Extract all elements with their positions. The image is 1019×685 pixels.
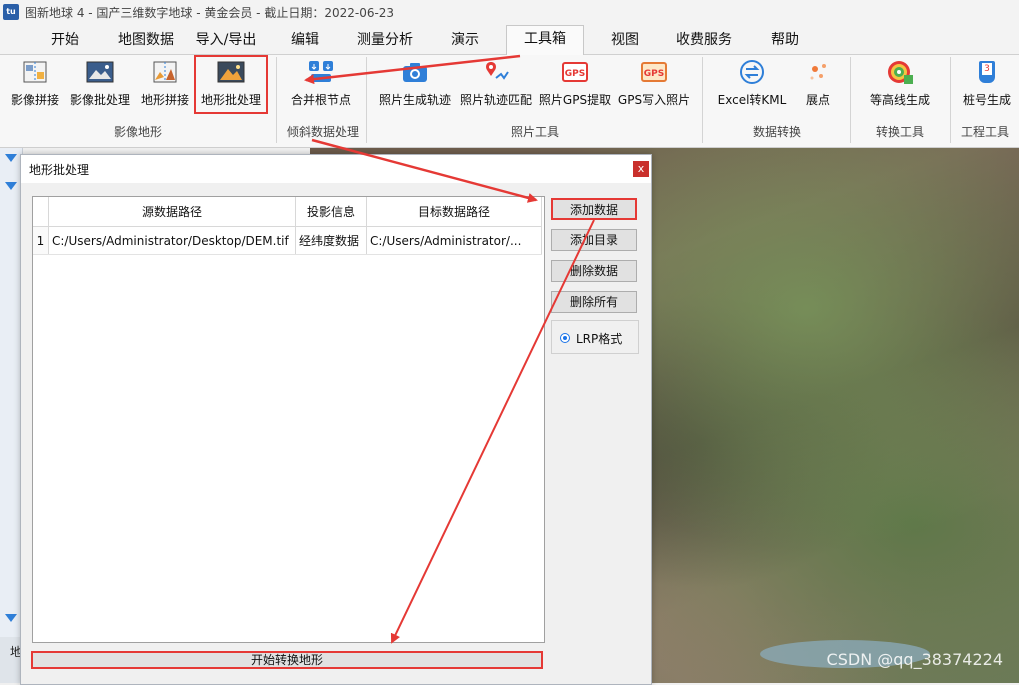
delete-all-button[interactable]: 删除所有 [551, 291, 637, 313]
menu-paid-services[interactable]: 收费服务 [668, 27, 740, 54]
column-header-projection[interactable]: 投影信息 [295, 197, 367, 227]
close-icon[interactable]: x [633, 161, 649, 177]
merge-root-node-label: 合并根节点 [290, 93, 351, 107]
plot-points-label: 展点 [805, 93, 830, 107]
projection-cell[interactable]: 经纬度数据 [295, 226, 367, 255]
photo-track-match-label: 照片轨迹匹配 [459, 93, 532, 107]
image-mosaic-icon [20, 59, 50, 85]
camera-icon [400, 59, 430, 85]
watermark: CSDN @qq_38374224 [826, 650, 1003, 669]
photo-track-match-button[interactable]: 照片轨迹匹配 [458, 55, 534, 111]
group-divider [850, 57, 851, 143]
stake-marker-icon: 3 [972, 59, 1002, 85]
column-header-source[interactable]: 源数据路径 [48, 197, 296, 227]
group-label-oblique: 倾斜数据处理 [286, 125, 359, 139]
terrain-batch-dialog: 地形批处理 x 源数据路径 投影信息 目标数据路径 1 C:/Users/Adm… [20, 154, 652, 685]
title-bar: tu 图新地球 4 - 国产三维数字地球 - 黄金会员 - 截止日期：2022-… [0, 0, 1019, 24]
group-label-engineering-tools: 工程工具 [960, 125, 1009, 139]
row-number-header [33, 197, 49, 227]
window-title: 图新地球 4 - 国产三维数字地球 - 黄金会员 - 截止日期：2022-06-… [25, 5, 395, 20]
menu-demo[interactable]: 演示 [440, 27, 490, 54]
group-label-photo-tools: 照片工具 [510, 125, 559, 139]
photo-gps-extract-button[interactable]: GPS 照片GPS提取 [538, 55, 612, 111]
menu-toolbox[interactable]: 工具箱 [506, 25, 584, 55]
image-mosaic-label: 影像拼接 [10, 93, 59, 107]
app-logo-icon: tu [3, 4, 19, 20]
gps-write-icon: GPS [639, 59, 669, 85]
image-mosaic-button[interactable]: 影像拼接 [6, 55, 64, 111]
collapse-triangle-icon[interactable] [5, 614, 17, 622]
plot-points-button[interactable]: 展点 [796, 55, 840, 111]
table-header-row: 源数据路径 投影信息 目标数据路径 [33, 197, 542, 227]
dialog-title: 地形批处理 [29, 163, 90, 177]
group-label-conversion-tools: 转换工具 [875, 125, 924, 139]
collapse-triangle-icon[interactable] [5, 154, 17, 162]
stake-number-label: 桩号生成 [962, 93, 1011, 107]
target-path-cell[interactable]: C:/Users/Administrator/... [366, 226, 542, 255]
lrp-format-radio[interactable] [560, 333, 570, 343]
add-directory-button[interactable]: 添加目录 [551, 229, 637, 251]
group-label-imagery-terrain: 影像地形 [113, 125, 162, 139]
menu-measure[interactable]: 测量分析 [350, 27, 420, 54]
column-header-target[interactable]: 目标数据路径 [366, 197, 542, 227]
lrp-format-label[interactable]: LRP格式 [576, 330, 622, 347]
image-batch-icon [85, 59, 115, 85]
menu-map-data[interactable]: 地图数据 [110, 27, 182, 54]
photo-track-button[interactable]: 照片生成轨迹 [376, 55, 454, 111]
group-label-data-conversion: 数据转换 [752, 125, 801, 139]
add-data-button[interactable]: 添加数据 [551, 198, 637, 220]
contour-generate-button[interactable]: 等高线生成 [860, 55, 940, 111]
scatter-points-icon [803, 59, 833, 85]
image-batch-button[interactable]: 影像批处理 [66, 55, 134, 111]
format-option-group: LRP格式 [551, 320, 639, 354]
stake-number-button[interactable]: 3 桩号生成 [958, 55, 1016, 111]
gps-icon: GPS [560, 59, 590, 85]
merge-root-node-button[interactable]: 合并根节点 [286, 55, 356, 111]
menu-view[interactable]: 视图 [600, 27, 650, 54]
left-bottom-tab[interactable]: 地 [0, 637, 22, 683]
source-path-cell[interactable]: C:/Users/Administrator/Desktop/DEM.tif [48, 226, 296, 255]
menu-edit[interactable]: 编辑 [280, 27, 330, 54]
contour-icon [885, 59, 915, 85]
menu-bar: 开始 地图数据 导入/导出 编辑 测量分析 演示 工具箱 视图 收费服务 帮助 [0, 24, 1019, 55]
excel-to-kml-button[interactable]: Excel转KML [714, 55, 790, 111]
terrain-mosaic-label: 地形拼接 [140, 93, 189, 107]
terrain-mosaic-button[interactable]: 地形拼接 [138, 55, 192, 111]
menu-start[interactable]: 开始 [40, 27, 90, 54]
gps-write-photo-label: GPS写入照片 [617, 93, 691, 107]
group-divider [276, 57, 277, 143]
terrain-batch-highlight [194, 55, 268, 114]
delete-data-button[interactable]: 删除数据 [551, 260, 637, 282]
excel-to-kml-label: Excel转KML [717, 93, 787, 107]
terrain-mosaic-icon [150, 59, 180, 85]
dialog-title-bar[interactable]: 地形批处理 x [21, 155, 651, 183]
map-pin-route-icon [481, 59, 511, 85]
menu-import-export[interactable]: 导入/导出 [188, 27, 264, 54]
table-row[interactable]: 1 C:/Users/Administrator/Desktop/DEM.tif… [33, 226, 542, 255]
data-table: 源数据路径 投影信息 目标数据路径 1 C:/Users/Administrat… [32, 196, 545, 643]
merge-root-node-icon [306, 59, 336, 85]
ribbon: 影像拼接 影像批处理 地形拼接 地形批处理 影像地形 合并根节点 倾斜数据处理 … [0, 55, 1019, 148]
photo-track-label: 照片生成轨迹 [378, 93, 451, 107]
row-number: 1 [33, 226, 49, 255]
collapse-triangle-icon[interactable] [5, 182, 17, 190]
gps-write-photo-button[interactable]: GPS GPS写入照片 [616, 55, 692, 111]
convert-arrows-icon [737, 59, 767, 85]
image-batch-label: 影像批处理 [69, 93, 130, 107]
group-divider [366, 57, 367, 143]
start-convert-terrain-button[interactable]: 开始转换地形 [31, 651, 543, 669]
menu-help[interactable]: 帮助 [760, 27, 810, 54]
group-divider [702, 57, 703, 143]
photo-gps-extract-label: 照片GPS提取 [538, 93, 612, 107]
contour-generate-label: 等高线生成 [869, 93, 930, 107]
group-divider [950, 57, 951, 143]
